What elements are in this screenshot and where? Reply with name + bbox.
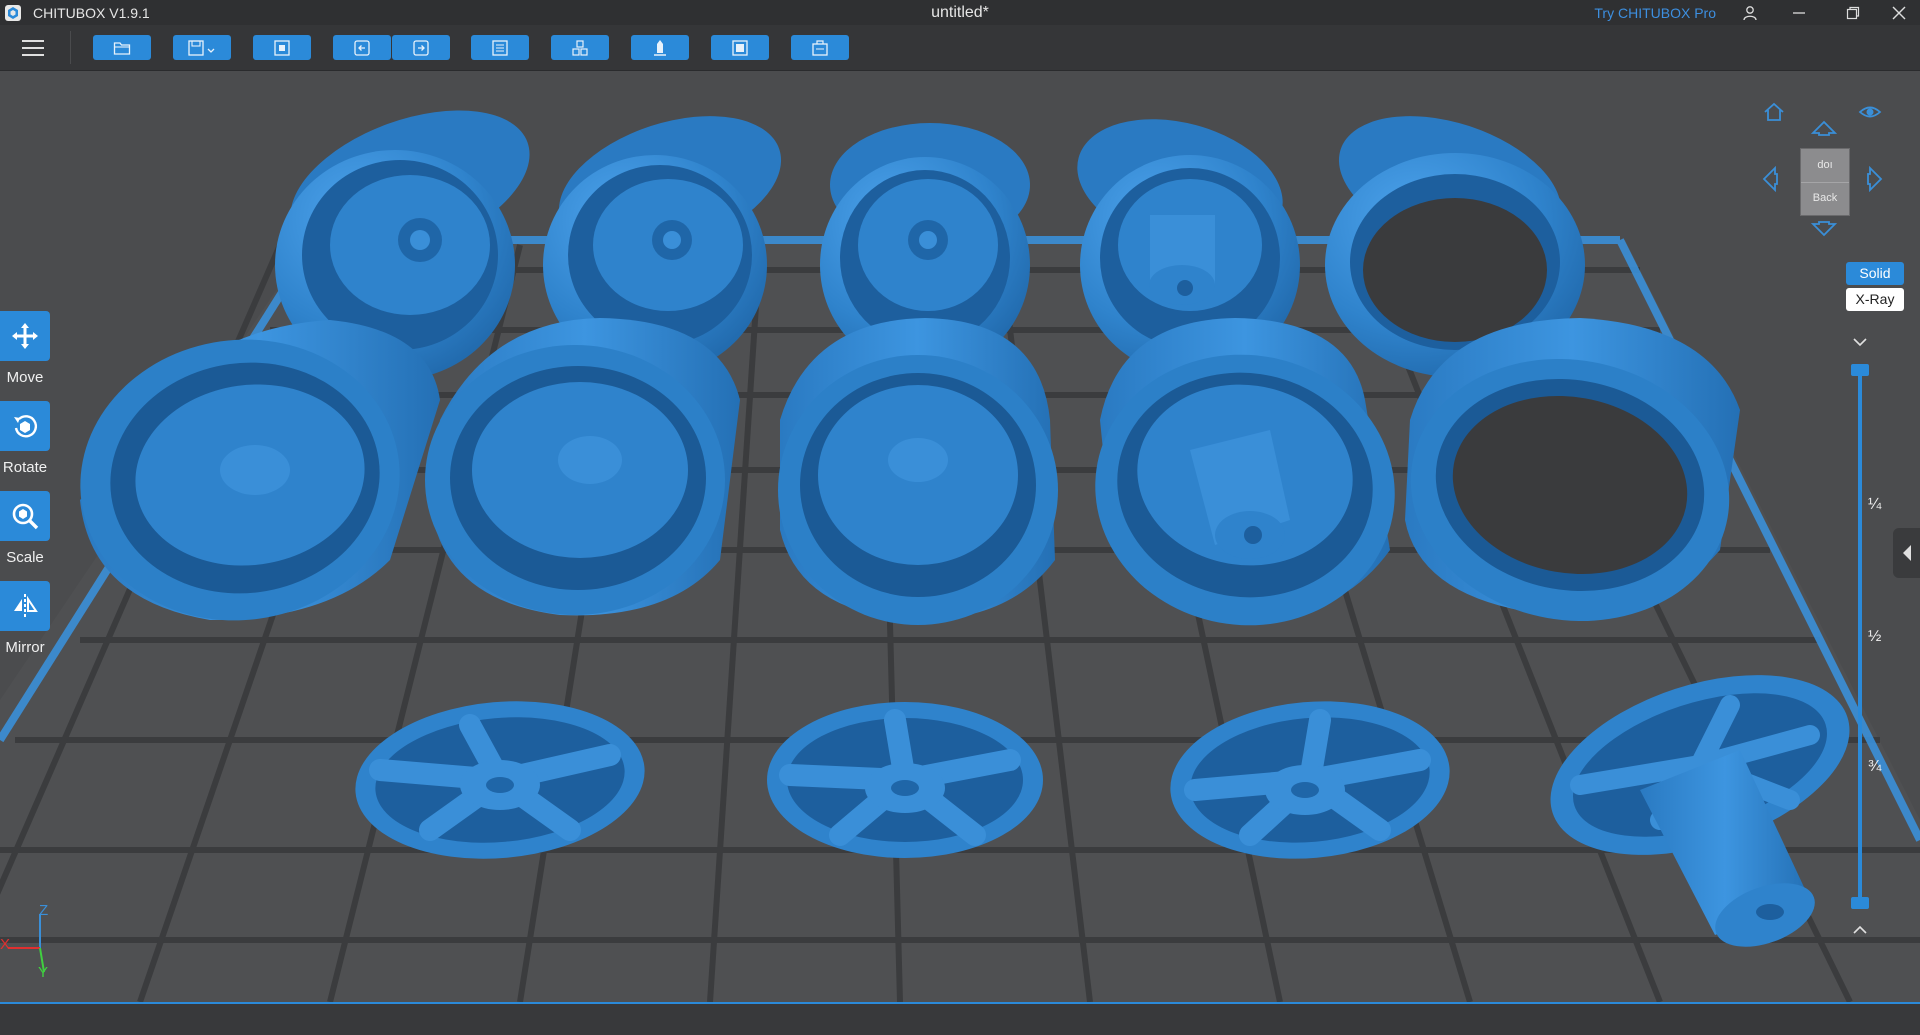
- xray-mode-button[interactable]: X-Ray: [1846, 288, 1904, 311]
- undo-button[interactable]: [333, 35, 391, 60]
- status-bar: [0, 1002, 1920, 1035]
- chevron-up-icon[interactable]: [1851, 924, 1869, 936]
- 3d-viewport[interactable]: Move Rotate Scale Mirror: [0, 71, 1920, 1002]
- group-button[interactable]: [551, 35, 609, 60]
- save-icon: [188, 39, 215, 56]
- mirror-icon: [14, 594, 38, 618]
- scale-tool-box[interactable]: [0, 491, 50, 541]
- axis-gizmo: Z X Y: [0, 900, 60, 990]
- axis-z-label: Z: [39, 902, 49, 919]
- slice-icon: [732, 39, 748, 56]
- open-file-button[interactable]: [93, 35, 151, 60]
- scale-tool-label: Scale: [6, 549, 44, 566]
- move-icon: [12, 323, 38, 349]
- support-icon: [654, 39, 666, 56]
- right-panel-toggle[interactable]: [1893, 528, 1920, 578]
- try-pro-link[interactable]: Try CHITUBOX Pro: [1594, 5, 1716, 21]
- view-cube-back-face[interactable]: Back: [1801, 182, 1849, 215]
- scale-icon: [12, 503, 39, 530]
- move-tool-box[interactable]: [0, 311, 50, 361]
- redo-button[interactable]: [392, 35, 450, 60]
- build-plate-scene[interactable]: [0, 71, 1920, 1002]
- axis-y-label: Y: [38, 964, 49, 981]
- chitubox-logo-icon: [5, 5, 21, 21]
- redo-icon: [413, 39, 429, 56]
- home-view-icon[interactable]: [1762, 101, 1786, 123]
- rotate-tool[interactable]: Rotate: [0, 401, 50, 491]
- solid-mode-button[interactable]: Solid: [1846, 262, 1904, 285]
- wheel-face-2[interactable]: [767, 702, 1043, 858]
- slider-tick-half: ½: [1868, 628, 1882, 645]
- move-tool-label: Move: [6, 369, 44, 386]
- slice-button[interactable]: [711, 35, 769, 60]
- eye-icon[interactable]: [1858, 103, 1882, 121]
- export-icon: [812, 39, 828, 56]
- axis-x-label: X: [0, 936, 11, 953]
- auto-layout-button[interactable]: [253, 35, 311, 60]
- hamburger-menu-icon[interactable]: [18, 34, 48, 62]
- toolbar-divider: [70, 31, 71, 64]
- move-tool[interactable]: Move: [0, 311, 50, 401]
- user-icon[interactable]: [1730, 0, 1770, 25]
- app-name: CHITUBOX V1.9.1: [33, 5, 150, 21]
- main-toolbar: [0, 25, 1920, 71]
- title-bar: CHITUBOX V1.9.1 untitled* Try CHITUBOX P…: [0, 0, 1920, 25]
- layer-slider-top-handle[interactable]: [1851, 364, 1869, 376]
- folder-icon: [113, 41, 131, 55]
- close-button[interactable]: [1878, 0, 1920, 25]
- mirror-tool-label: Mirror: [5, 639, 45, 656]
- layer-slider-bottom-handle[interactable]: [1851, 897, 1869, 909]
- collapse-left-arrow-icon: [1903, 545, 1911, 561]
- chevron-down-icon[interactable]: [1851, 336, 1869, 348]
- list-icon: [492, 39, 508, 56]
- view-left-arrow-icon[interactable]: [1761, 166, 1779, 192]
- rotate-tool-box[interactable]: [0, 401, 50, 451]
- restore-button[interactable]: [1828, 0, 1878, 25]
- minimize-button[interactable]: [1774, 0, 1824, 25]
- view-cube[interactable]: doı Back: [1800, 148, 1850, 216]
- view-cube-top-face[interactable]: doı: [1801, 149, 1849, 183]
- view-up-arrow-icon[interactable]: [1811, 119, 1837, 137]
- support-button[interactable]: [631, 35, 689, 60]
- rotate-icon: [14, 415, 38, 438]
- slider-tick-quarter: ¼: [1868, 496, 1882, 513]
- group-icon: [572, 39, 588, 56]
- rotate-tool-label: Rotate: [2, 459, 48, 476]
- layer-slider-track[interactable]: [1858, 369, 1862, 904]
- slider-tick-three-quarter: ¾: [1868, 758, 1882, 775]
- model-list-button[interactable]: [471, 35, 529, 60]
- wheel-barrel-3[interactable]: [778, 318, 1058, 625]
- save-button[interactable]: [173, 35, 231, 60]
- mirror-tool[interactable]: Mirror: [0, 581, 50, 671]
- undo-icon: [354, 39, 370, 56]
- view-right-arrow-icon[interactable]: [1866, 166, 1884, 192]
- export-button[interactable]: [791, 35, 849, 60]
- layout-icon: [274, 39, 290, 56]
- view-down-arrow-icon[interactable]: [1811, 220, 1837, 238]
- chitubox-window: CHITUBOX V1.9.1 untitled* Try CHITUBOX P…: [0, 0, 1920, 1035]
- scale-tool[interactable]: Scale: [0, 491, 50, 581]
- mirror-tool-box[interactable]: [0, 581, 50, 631]
